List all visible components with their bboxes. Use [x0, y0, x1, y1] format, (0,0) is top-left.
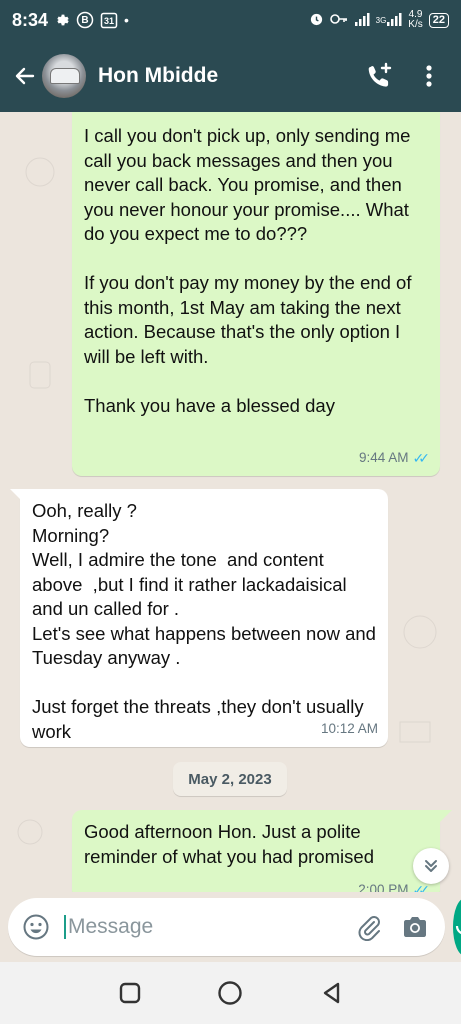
chat-header: Hon Mbidde: [0, 40, 461, 112]
calendar-icon: 31: [100, 11, 118, 29]
status-right-group: 3G 4.9 K/s 22: [309, 10, 449, 30]
nav-home-button[interactable]: [210, 973, 250, 1013]
more-vert-icon: [426, 65, 432, 87]
message-time: 10:12 AM: [320, 720, 378, 736]
net-speed: 4.9 K/s: [408, 10, 422, 30]
message-incoming[interactable]: Ooh, really ? Morning? Well, I admire th…: [20, 489, 388, 747]
message-text: Good afternoon Hon. Just a polite remind…: [84, 821, 374, 867]
message-time: 2:00 PM: [358, 881, 409, 893]
mic-icon: [455, 925, 461, 935]
bubble-tail: [440, 810, 452, 822]
composer-bar: [0, 892, 461, 962]
net-speed-unit: K/s: [408, 19, 423, 30]
paperclip-icon: [358, 916, 380, 941]
gear-icon: [54, 12, 70, 28]
message-text: Ooh, really ? Morning? Well, I admire th…: [32, 500, 376, 742]
message-time: 9:44 AM: [359, 449, 409, 465]
status-time: 8:34: [12, 9, 49, 30]
signal-2-icon: [386, 12, 402, 29]
nav-recents-button[interactable]: [110, 973, 150, 1013]
message-meta: 10:12 AM: [321, 717, 378, 742]
b-badge-label: B: [81, 14, 89, 26]
triangle-back-icon: [323, 982, 340, 1004]
add-call-button[interactable]: [359, 56, 399, 96]
arrow-left-icon: [15, 67, 35, 85]
circle-icon: [218, 981, 243, 1005]
back-button[interactable]: [12, 63, 38, 89]
double-chevron-down-icon: [425, 860, 437, 872]
read-ticks-icon: ✓✓: [412, 449, 431, 466]
message-outgoing[interactable]: Good afternoon Hon. Just a polite remind…: [72, 810, 440, 892]
attach-button[interactable]: [353, 911, 385, 943]
camera-button[interactable]: [399, 911, 431, 943]
bubble-tail: [10, 489, 22, 501]
key-icon: [329, 13, 348, 28]
system-nav-bar: [0, 962, 461, 1024]
notification-dot: •: [124, 12, 129, 28]
nav-back-button[interactable]: [311, 973, 351, 1013]
mic-button[interactable]: [453, 898, 461, 956]
composer-pill: [8, 898, 445, 956]
avatar[interactable]: [42, 54, 86, 98]
calendar-badge-label: 31: [104, 16, 115, 26]
chat-area[interactable]: I call you don't pick up, only sending m…: [0, 112, 461, 892]
alarm-icon: [309, 11, 324, 29]
emoji-icon: [23, 914, 49, 940]
message-meta: 9:44 AM ✓✓: [359, 446, 430, 471]
battery-icon: 22: [428, 12, 449, 28]
message-outgoing[interactable]: I call you don't pick up, only sending m…: [72, 112, 440, 476]
scroll-down-button[interactable]: [413, 848, 449, 884]
camera-icon: [404, 917, 426, 937]
more-options-button[interactable]: [409, 56, 449, 96]
emoji-button[interactable]: [22, 913, 50, 941]
status-bar: 8:34 B 31 • 3G 4.9 K/s 22: [0, 0, 461, 40]
square-icon: [119, 982, 141, 1004]
network-gen-label: 3G: [375, 16, 387, 25]
message-input[interactable]: [64, 915, 339, 939]
contact-name[interactable]: Hon Mbidde: [98, 64, 349, 88]
message-text: I call you don't pick up, only sending m…: [84, 125, 412, 416]
signal-1-icon: [354, 12, 370, 29]
date-separator: May 2, 2023: [173, 762, 287, 796]
b-badge-icon: B: [76, 11, 94, 29]
add-call-icon: [368, 62, 392, 87]
